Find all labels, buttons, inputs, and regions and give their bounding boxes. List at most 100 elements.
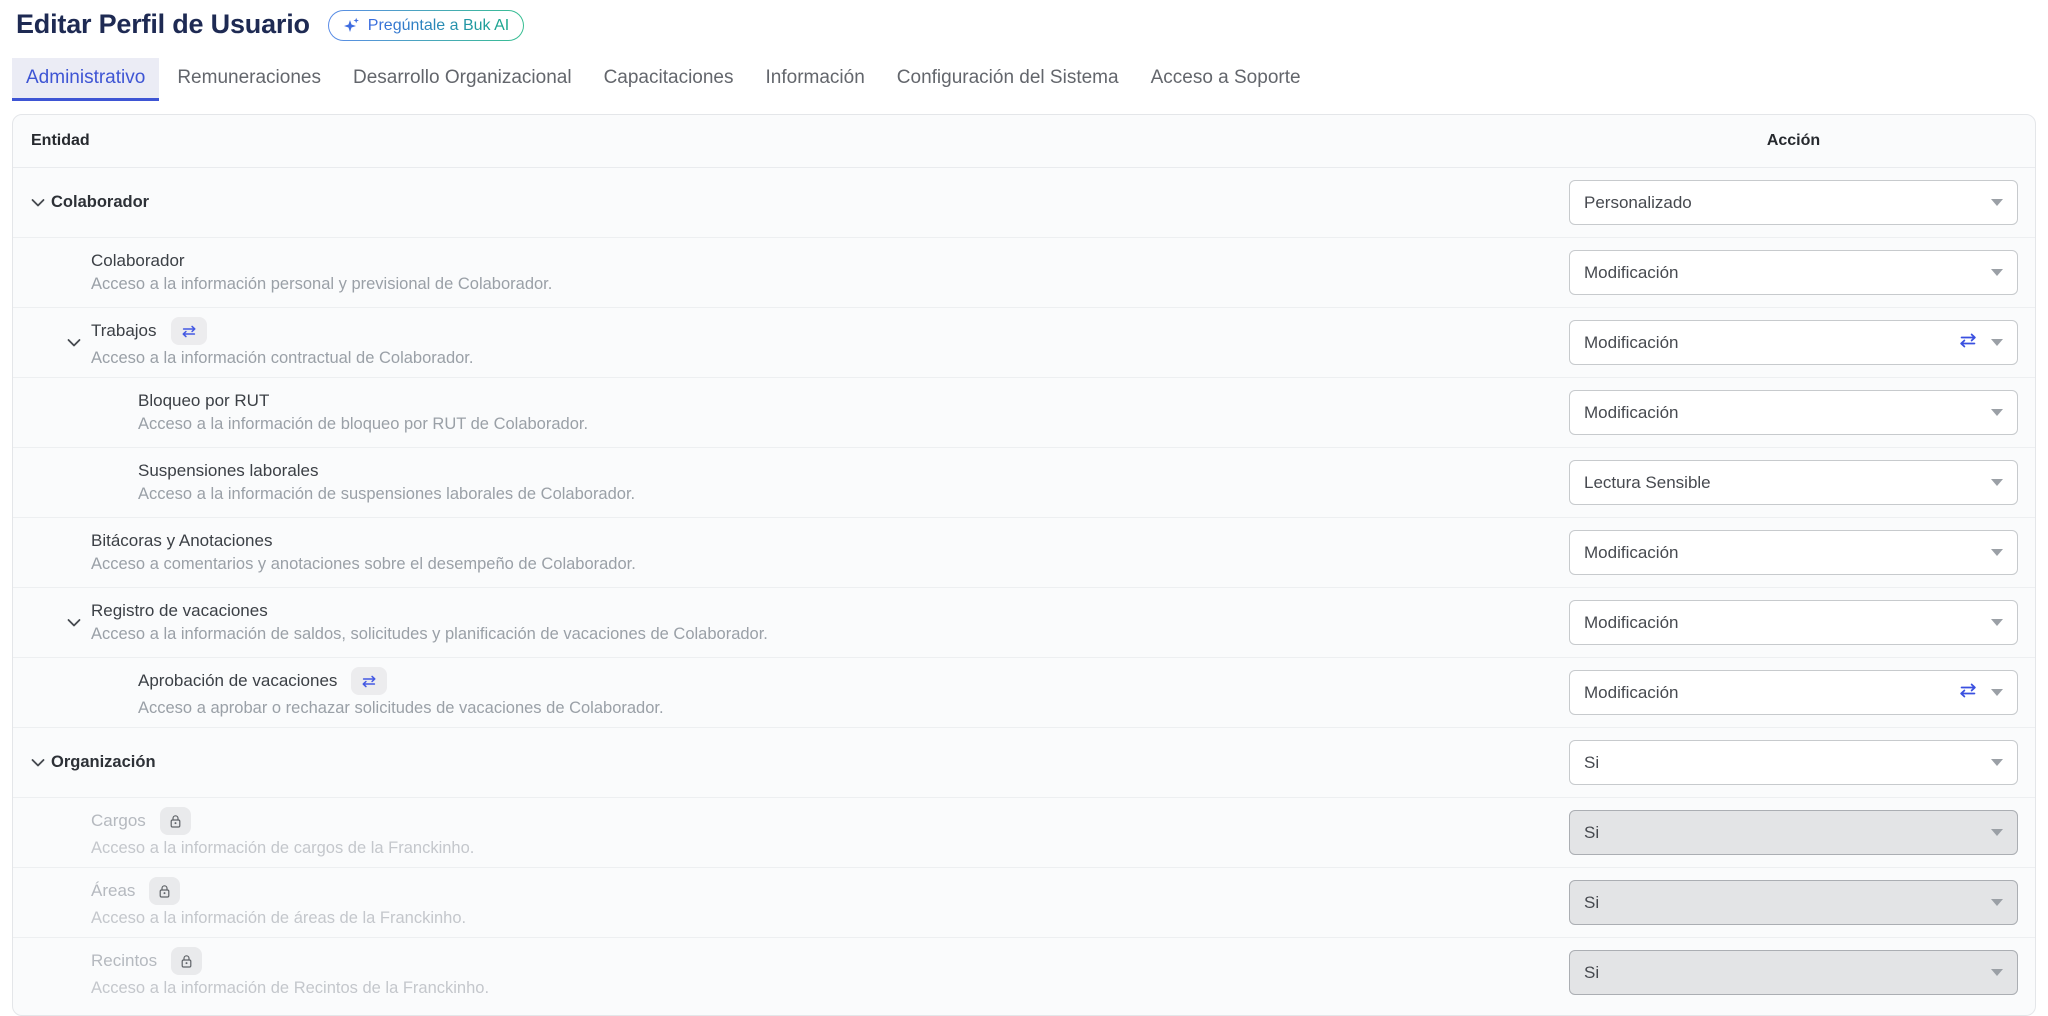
swap-arrows-icon[interactable] <box>351 667 387 695</box>
tab-acceso-a-soporte[interactable]: Acceso a Soporte <box>1137 58 1315 101</box>
entity-cell: Recintos Acceso a la información de Reci… <box>13 938 1569 1007</box>
chevron-down-icon[interactable] <box>29 196 47 209</box>
entity-title: Áreas <box>91 881 135 901</box>
tab-desarrollo-organizacional[interactable]: Desarrollo Organizacional <box>339 58 586 101</box>
table-row: Cargos Acceso a la información de cargos… <box>13 797 2035 867</box>
chevron-down-icon[interactable] <box>65 616 83 629</box>
action-cell: Modificación <box>1569 320 2035 365</box>
sparkle-icon <box>343 17 360 34</box>
table-header-row: Entidad Acción <box>13 115 2035 168</box>
action-select[interactable]: Modificación <box>1569 600 2018 645</box>
table-row: Recintos Acceso a la información de Reci… <box>13 937 2035 1007</box>
action-cell: Modificación <box>1569 250 2035 295</box>
entity-title: Bitácoras y Anotaciones <box>91 531 272 551</box>
entity-description: Acceso a la información contractual de C… <box>91 349 1569 368</box>
action-select: Si <box>1569 810 2018 855</box>
entity-cell: Trabajos Acceso a la información contrac… <box>13 308 1569 377</box>
action-select[interactable]: Si <box>1569 740 2018 785</box>
table-body: Colaborador Personalizado Colabor <box>13 168 2035 1007</box>
action-select[interactable]: Modificación <box>1569 670 2018 715</box>
action-select-value: Modificación <box>1584 333 1679 353</box>
action-cell: Si <box>1569 740 2035 785</box>
caret-down-icon <box>1991 409 2003 416</box>
action-select: Si <box>1569 950 2018 995</box>
action-select-value: Modificación <box>1584 613 1679 633</box>
swap-arrows-icon[interactable] <box>171 317 207 345</box>
entity-title: Cargos <box>91 811 146 831</box>
action-cell: Modificación <box>1569 390 2035 435</box>
entity-title: Bloqueo por RUT <box>138 391 269 411</box>
lock-icon <box>160 807 191 835</box>
caret-down-icon <box>1991 479 2003 486</box>
action-select[interactable]: Modificación <box>1569 250 2018 295</box>
swap-arrows-icon <box>1957 333 1979 353</box>
entity-cell: Áreas Acceso a la información de áreas d… <box>13 868 1569 937</box>
action-select[interactable]: Lectura Sensible <box>1569 460 2018 505</box>
tab-label: Capacitaciones <box>604 67 734 88</box>
caret-down-icon <box>1991 899 2003 906</box>
chevron-down-icon[interactable] <box>65 336 83 349</box>
tab-capacitaciones[interactable]: Capacitaciones <box>590 58 748 101</box>
caret-down-icon <box>1991 829 2003 836</box>
action-select[interactable]: Modificación <box>1569 320 2018 365</box>
table-row: Suspensiones laborales Acceso a la infor… <box>13 447 2035 517</box>
tab-remuneraciones[interactable]: Remuneraciones <box>163 58 335 101</box>
table-row: Trabajos Acceso a la información contrac… <box>13 307 2035 377</box>
ask-buk-ai-button[interactable]: Pregúntale a Buk AI <box>328 10 524 41</box>
ask-buk-ai-label: Pregúntale a Buk AI <box>368 18 509 34</box>
entity-cell: Bloqueo por RUT Acceso a la información … <box>13 382 1569 443</box>
entity-description: Acceso a aprobar o rechazar solicitudes … <box>138 699 1569 718</box>
table-row: Áreas Acceso a la información de áreas d… <box>13 867 2035 937</box>
entity-description: Acceso a la información de cargos de la … <box>91 839 1569 858</box>
entity-title: Trabajos <box>91 321 157 341</box>
entity-cell: Bitácoras y Anotaciones Acceso a comenta… <box>13 522 1569 583</box>
page-header: Editar Perfil de Usuario Pregúntale a Bu… <box>0 0 2048 41</box>
action-select-value: Modificación <box>1584 403 1679 423</box>
tab-label: Remuneraciones <box>177 67 321 88</box>
caret-down-icon <box>1991 269 2003 276</box>
entity-cell: Aprobación de vacaciones Acceso a aproba… <box>13 658 1569 727</box>
action-cell: Modificación <box>1569 670 2035 715</box>
table-row: Registro de vacaciones Acceso a la infor… <box>13 587 2035 657</box>
page-title: Editar Perfil de Usuario <box>16 9 310 40</box>
action-select-value: Modificación <box>1584 543 1679 563</box>
caret-down-icon <box>1991 759 2003 766</box>
lock-icon <box>171 947 202 975</box>
entity-cell: Cargos Acceso a la información de cargos… <box>13 798 1569 867</box>
entity-description: Acceso a la información personal y previ… <box>91 275 1569 294</box>
entity-description: Acceso a la información de áreas de la F… <box>91 909 1569 928</box>
action-cell: Modificación <box>1569 530 2035 575</box>
action-cell: Si <box>1569 810 2035 855</box>
chevron-down-icon[interactable] <box>29 756 47 769</box>
entity-title: Colaborador <box>51 193 149 212</box>
entity-description: Acceso a la información de suspensiones … <box>138 485 1569 504</box>
action-select[interactable]: Personalizado <box>1569 180 2018 225</box>
caret-down-icon <box>1991 969 2003 976</box>
tab-label: Acceso a Soporte <box>1151 67 1301 88</box>
tab-label: Información <box>766 67 865 88</box>
lock-icon <box>149 877 180 905</box>
action-cell: Lectura Sensible <box>1569 460 2035 505</box>
action-select-value: Modificación <box>1584 683 1679 703</box>
table-row: Bitácoras y Anotaciones Acceso a comenta… <box>13 517 2035 587</box>
swap-arrows-icon <box>1957 683 1979 703</box>
action-select-value: Si <box>1584 823 1599 843</box>
action-cell: Modificación <box>1569 600 2035 645</box>
caret-down-icon <box>1991 689 2003 696</box>
tab-administrativo[interactable]: Administrativo <box>12 58 159 101</box>
caret-down-icon <box>1991 339 2003 346</box>
action-select[interactable]: Modificación <box>1569 530 2018 575</box>
column-header-action: Acción <box>1569 132 2035 150</box>
entity-cell: Colaborador <box>13 184 1569 221</box>
caret-down-icon <box>1991 619 2003 626</box>
tab-información[interactable]: Información <box>752 58 879 101</box>
tab-bar: Administrativo Remuneraciones Desarrollo… <box>0 58 2048 101</box>
caret-down-icon <box>1991 549 2003 556</box>
tab-configuración-del-sistema[interactable]: Configuración del Sistema <box>883 58 1133 101</box>
action-select: Si <box>1569 880 2018 925</box>
entity-description: Acceso a la información de Recintos de l… <box>91 979 1569 998</box>
entity-title: Suspensiones laborales <box>138 461 319 481</box>
table-row: Organización Si <box>13 727 2035 797</box>
entity-cell: Registro de vacaciones Acceso a la infor… <box>13 592 1569 653</box>
action-select[interactable]: Modificación <box>1569 390 2018 435</box>
